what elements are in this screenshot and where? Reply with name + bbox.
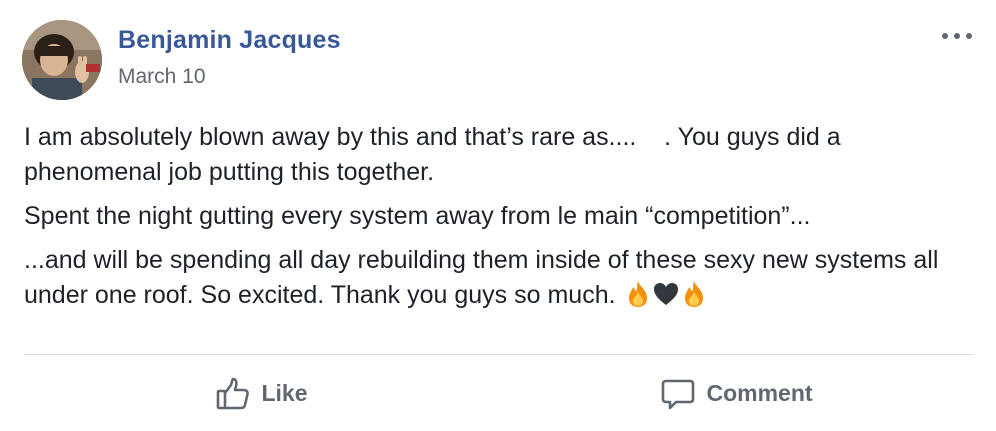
author-name[interactable]: Benjamin Jacques [118,26,341,55]
like-button[interactable]: Like [24,356,499,431]
comment-label: Comment [706,380,813,406]
thumbs-up-icon [215,376,251,412]
post-paragraph-text: I am absolutely blown away by this and t… [24,123,848,186]
dot [954,33,960,39]
avatar[interactable] [22,20,102,100]
post-paragraph: Spent the night gutting every system awa… [24,199,974,234]
comment-button[interactable]: Comment [499,356,974,431]
post-paragraph: I am absolutely blown away by this and t… [24,120,974,190]
more-options-icon[interactable] [942,28,972,44]
post-card: Benjamin Jacques March 10 I am absolutel… [0,0,996,431]
fire-emoji [625,280,651,308]
black-heart-emoji [653,280,679,308]
action-bar: Like Comment [24,356,974,431]
post-paragraph-text: Spent the night gutting every system awa… [24,202,811,230]
divider [24,354,974,355]
speech-bubble-icon [660,376,696,412]
fire-emoji [681,280,707,308]
dot [966,33,972,39]
dot [942,33,948,39]
post-date[interactable]: March 10 [118,65,206,89]
post-paragraph-text: ...and will be spending all day rebuildi… [24,246,939,309]
post-body: I am absolutely blown away by this and t… [24,120,974,322]
post-paragraph: ...and will be spending all day rebuildi… [24,243,974,313]
like-label: Like [261,380,308,406]
